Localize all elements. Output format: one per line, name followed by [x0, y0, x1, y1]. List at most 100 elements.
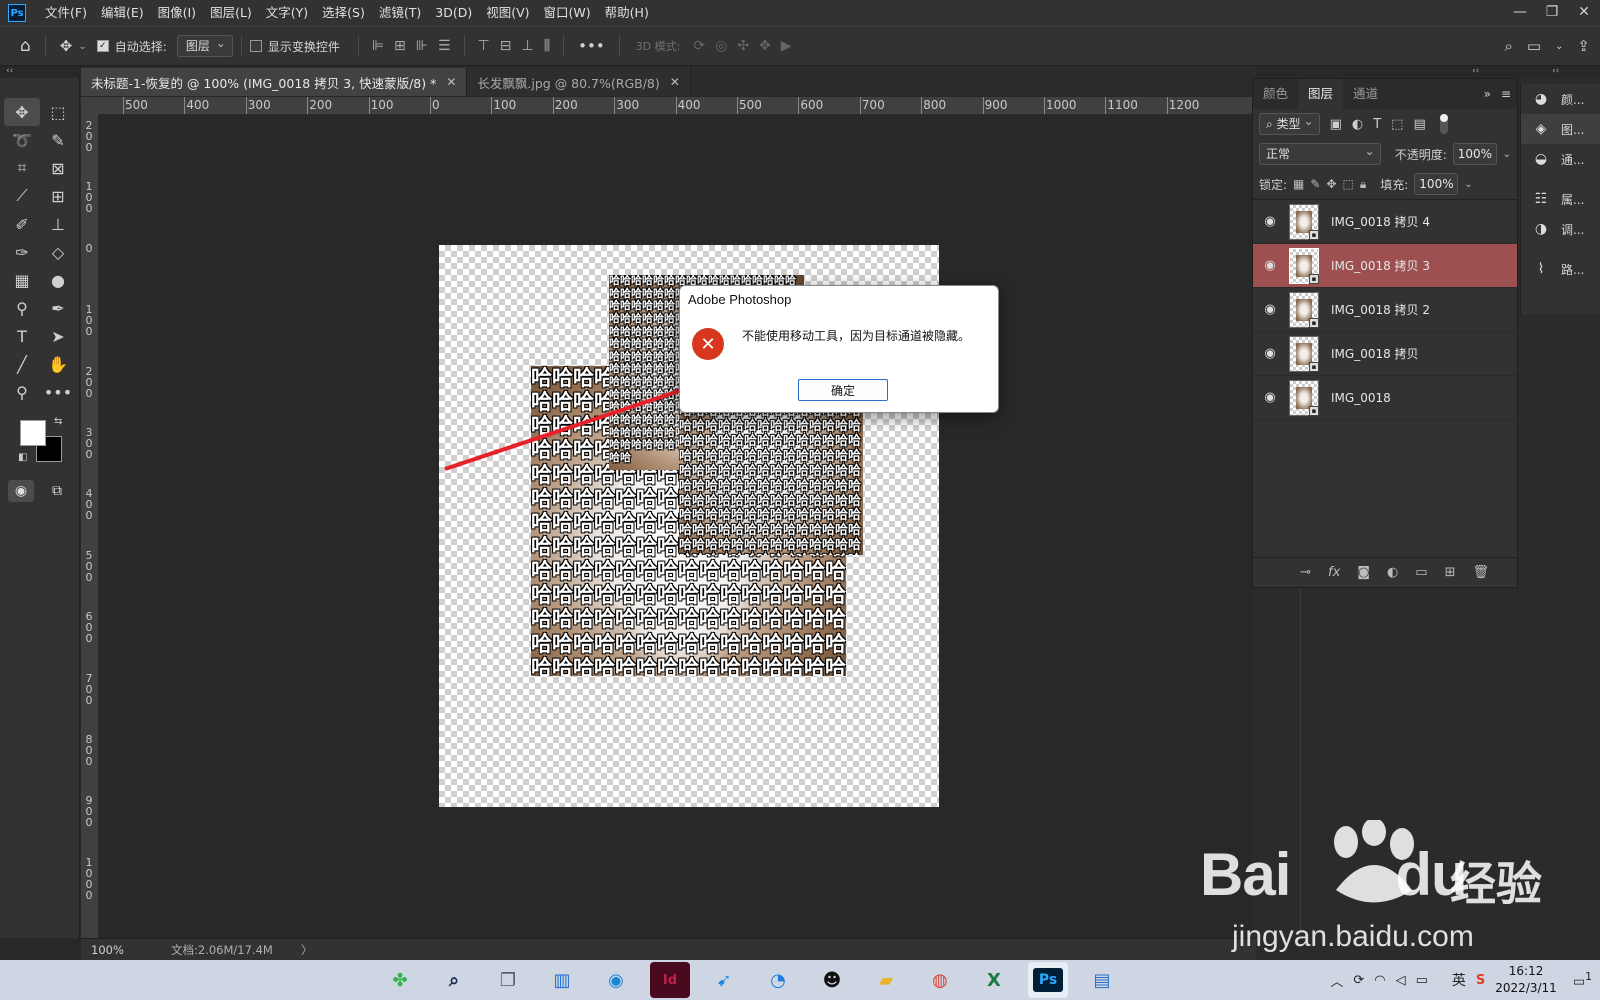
dock-item[interactable]: ☷ 属...: [1521, 184, 1600, 214]
chevron-up-icon[interactable]: ︿: [1330, 971, 1343, 990]
tab-color[interactable]: 颜色: [1253, 79, 1298, 109]
align-right-icon[interactable]: ⊪: [416, 38, 428, 54]
layer-thumbnail[interactable]: ▪: [1289, 379, 1319, 416]
lasso-tool-icon[interactable]: ➰: [4, 126, 40, 154]
ime-indicator[interactable]: 英: [1452, 970, 1466, 990]
zoom-tool-icon[interactable]: ⚲: [4, 378, 40, 406]
photoshop-taskbar-icon[interactable]: Ps: [1028, 962, 1068, 998]
menu-edit[interactable]: 编辑(E): [94, 0, 151, 26]
canvas-workspace[interactable]: 哈哈哈哈哈哈哈 哈哈哈哈哈哈哈 哈哈哈哈哈哈哈 哈哈哈哈哈哈哈 哈哈哈哈哈哈哈 哈哈哈哈哈…: [99, 115, 1256, 938]
chevron-down-icon[interactable]: ⌄: [1503, 149, 1511, 160]
lock-all-icon[interactable]: 🔒︎: [1360, 177, 1366, 192]
move-tool-preset-icon[interactable]: ✥: [60, 37, 73, 55]
marquee-tool-icon[interactable]: ⬚: [40, 98, 76, 126]
ok-button[interactable]: 确定: [798, 379, 888, 401]
new-group-icon[interactable]: ▭: [1415, 565, 1427, 580]
default-colors-icon[interactable]: ◧: [18, 452, 27, 463]
sync-icon[interactable]: ⟳: [1353, 973, 1364, 988]
smart-object-filter-icon[interactable]: ▤: [1413, 117, 1425, 132]
eye-icon[interactable]: ◉: [1253, 302, 1287, 317]
menu-image[interactable]: 图像(I): [151, 0, 203, 26]
patch-tool-icon[interactable]: ⊞: [40, 182, 76, 210]
volume-icon[interactable]: ◁: [1396, 973, 1406, 988]
restore-button[interactable]: ❐: [1536, 0, 1568, 26]
swap-colors-icon[interactable]: ⇆: [54, 416, 62, 427]
status-menu-icon[interactable]: 〉: [301, 942, 313, 958]
excel-icon[interactable]: X: [974, 962, 1014, 998]
more-tools-icon[interactable]: •••: [40, 378, 76, 406]
workspace-icon[interactable]: ▭: [1527, 37, 1541, 55]
share-icon[interactable]: ⇪: [1577, 37, 1590, 55]
menu-window[interactable]: 窗口(W): [537, 0, 598, 26]
chevron-down-icon[interactable]: ⌄: [78, 41, 86, 52]
notepad-icon[interactable]: ▤: [1082, 962, 1122, 998]
lock-position-icon[interactable]: ✥: [1326, 177, 1336, 191]
layer-thumbnail[interactable]: ▪: [1289, 247, 1319, 284]
menu-layer[interactable]: 图层(L): [203, 0, 259, 26]
notification-icon[interactable]: ▭1: [1573, 970, 1592, 989]
close-icon[interactable]: ✕: [446, 75, 456, 89]
show-transform-checkbox[interactable]: [249, 40, 262, 52]
dock-item[interactable]: ⌇ 路...: [1521, 254, 1600, 284]
menu-help[interactable]: 帮助(H): [598, 0, 656, 26]
dock-item[interactable]: ◈ 图...: [1521, 114, 1600, 144]
image-filter-icon[interactable]: ▣: [1330, 117, 1342, 132]
link-layers-icon[interactable]: ⊸: [1300, 565, 1311, 580]
blend-mode-dropdown[interactable]: 正常: [1259, 141, 1381, 165]
adjustment-layer-icon[interactable]: ◐: [1387, 565, 1398, 580]
auto-select-target-dropdown[interactable]: 图层: [176, 33, 233, 57]
clock[interactable]: 16:12 2022/3/11: [1495, 963, 1557, 997]
filter-toggle[interactable]: [1439, 114, 1448, 134]
tab-document-active[interactable]: 未标题-1-恢复的 @ 100% (IMG_0018 拷贝 3, 快速蒙版/8)…: [81, 68, 468, 96]
battery-icon[interactable]: ▭: [1416, 973, 1428, 988]
layer-thumbnail[interactable]: ▪: [1289, 291, 1319, 328]
foreground-color-swatch[interactable]: [20, 420, 46, 446]
collapse-left-icon[interactable]: ‹‹: [6, 66, 13, 78]
zoom-level[interactable]: 100%: [81, 943, 151, 957]
browser-edge-icon[interactable]: ◉: [596, 962, 636, 998]
layer-row[interactable]: ◉ ▪ IMG_0018 拷贝 2: [1253, 288, 1517, 332]
eyedropper-tool-icon[interactable]: ⟋: [4, 182, 40, 210]
vertical-ruler[interactable]: 200 100 0 100 200 300 400 500 600 700 800 900 1000: [81, 115, 99, 938]
feishu-icon[interactable]: ➹: [704, 962, 744, 998]
adjustment-filter-icon[interactable]: ◐: [1352, 117, 1363, 132]
panel-menu-icon[interactable]: ≡: [1501, 79, 1511, 109]
layer-name[interactable]: IMG_0018 拷贝 4: [1331, 213, 1430, 230]
dock-item[interactable]: ◑ 调...: [1521, 214, 1600, 244]
align-middle-v-icon[interactable]: ⊟: [500, 38, 512, 54]
pen-tool-icon[interactable]: ✒: [40, 294, 76, 322]
menu-file[interactable]: 文件(F): [38, 0, 94, 26]
layer-name[interactable]: IMG_0018 拷贝: [1331, 345, 1419, 362]
layer-row[interactable]: ◉ ▪ IMG_0018: [1253, 376, 1517, 420]
layer-row[interactable]: ◉ ▪ IMG_0018 拷贝 4: [1253, 200, 1517, 244]
frame-tool-icon[interactable]: ⊠: [40, 154, 76, 182]
path-select-tool-icon[interactable]: ➤: [40, 322, 76, 350]
align-bottom-icon[interactable]: ⊥: [521, 38, 533, 54]
home-icon[interactable]: ⌂: [20, 36, 31, 56]
eye-icon[interactable]: ◉: [1253, 390, 1287, 405]
quick-select-tool-icon[interactable]: ✎: [40, 126, 76, 154]
dock-item[interactable]: ◒ 通...: [1521, 144, 1600, 174]
indesign-icon[interactable]: Id: [650, 962, 690, 998]
menu-3d[interactable]: 3D(D): [428, 0, 479, 26]
start-icon[interactable]: ✤: [380, 962, 420, 998]
align-center-h-icon[interactable]: ⊞: [394, 38, 406, 54]
chevron-down-icon[interactable]: ⌄: [1464, 179, 1472, 190]
ruler-origin[interactable]: [81, 97, 99, 115]
layer-name[interactable]: IMG_0018 拷贝 2: [1331, 301, 1430, 318]
eye-icon[interactable]: ◉: [1253, 214, 1287, 229]
blur-tool-icon[interactable]: ●: [40, 266, 76, 294]
align-left-icon[interactable]: ⊫: [372, 38, 384, 54]
horizontal-ruler[interactable]: 500 400 300 200 100 0 100 200 300 400 500 600 700 800…: [99, 97, 1256, 115]
wifi-icon[interactable]: ◠: [1374, 973, 1385, 988]
menu-type[interactable]: 文字(Y): [259, 0, 315, 26]
file-explorer-icon[interactable]: ▰: [866, 962, 906, 998]
quick-mask-icon[interactable]: ◉: [8, 480, 34, 502]
trash-icon[interactable]: 🗑︎: [1472, 565, 1489, 580]
eye-icon[interactable]: ◉: [1253, 346, 1287, 361]
opacity-input[interactable]: 100%: [1452, 143, 1497, 165]
qq-browser-icon[interactable]: ◔: [758, 962, 798, 998]
stamp-tool-icon[interactable]: ⊥: [40, 210, 76, 238]
tab-document-2[interactable]: 长发飘飘.jpg @ 80.7%(RGB/8) ✕: [467, 68, 691, 96]
layer-thumbnail[interactable]: ▪: [1289, 335, 1319, 372]
